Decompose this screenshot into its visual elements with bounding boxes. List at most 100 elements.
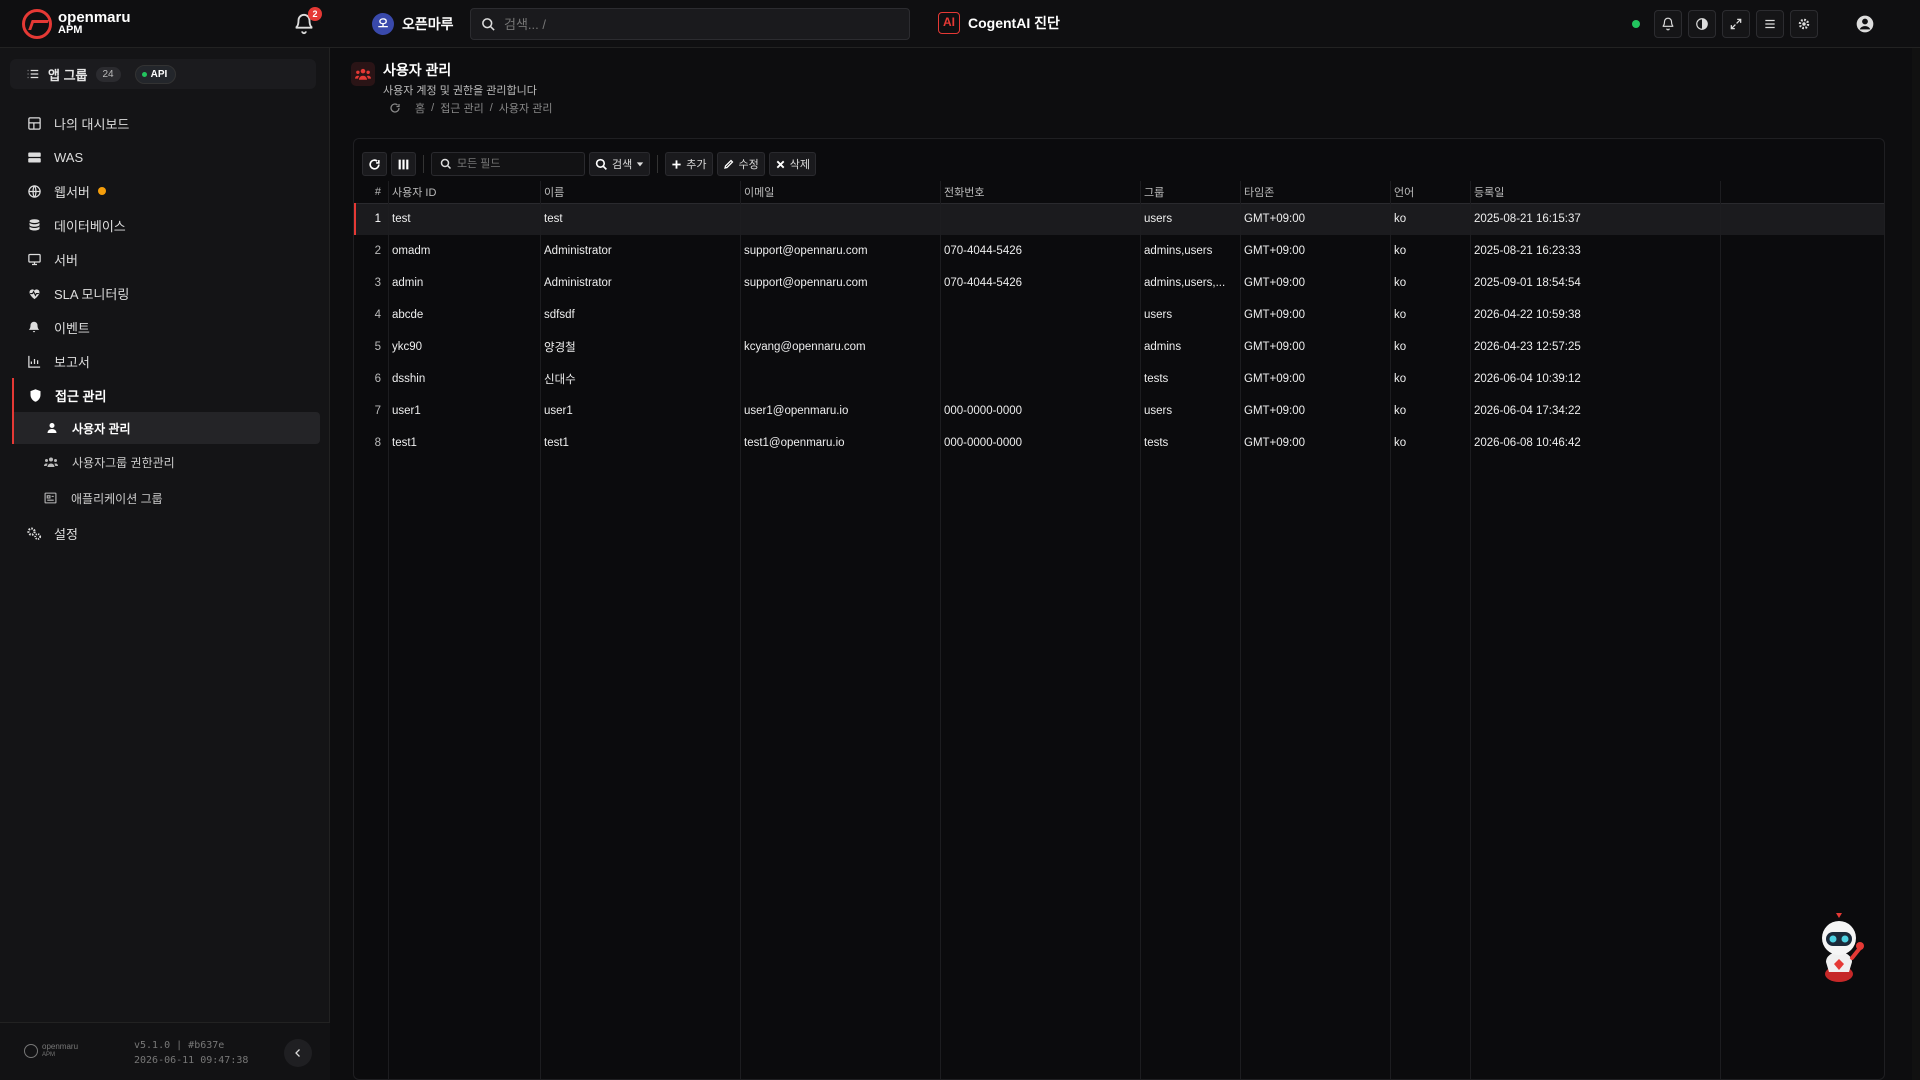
cell-registered: 2026-06-04 10:39:12 (1474, 373, 1581, 385)
cogentai-label: CogentAI 진단 (968, 15, 1060, 31)
cell-timezone: GMT+09:00 (1241, 203, 1391, 235)
menu-button[interactable] (1756, 10, 1784, 38)
column-header-registered[interactable]: 등록일 (1471, 181, 1721, 204)
cell-timezone: GMT+09:00 (1244, 277, 1306, 289)
table-row[interactable]: 1 test test users GMT+09:00 ko 2025-08-21 16:1… (354, 203, 1884, 235)
cell-phone: 070-4044-5426 (944, 277, 1023, 289)
edit-user-button[interactable]: 수정 (716, 152, 765, 176)
refresh-button[interactable] (362, 152, 387, 176)
column-header-group[interactable]: 그룹 (1141, 181, 1241, 204)
table-row[interactable]: 8 test1 test1 test1@openmaru.io 000-0000-000… (355, 427, 1884, 459)
sidebar-item-webserver[interactable]: 웹서버 (0, 174, 330, 208)
breadcrumb-home[interactable]: 홈 (415, 100, 425, 116)
dashboard-icon (27, 116, 41, 130)
column-header-email[interactable]: 이메일 (741, 181, 941, 204)
openmaru-logo-icon (24, 1044, 38, 1058)
notifications-button[interactable]: 2 (290, 7, 322, 38)
theme-toggle-button[interactable] (1688, 10, 1716, 38)
column-header-user-id[interactable]: 사용자 ID (389, 181, 541, 204)
list-icon (27, 69, 39, 79)
fullscreen-button[interactable] (1722, 10, 1750, 38)
column-header-index[interactable]: # (355, 181, 389, 204)
field-search[interactable] (431, 152, 585, 176)
page-header: 사용자 관리 사용자 계정 및 권한을 관리합니다 (351, 60, 537, 98)
cell-registered: 2026-06-04 17:34:22 (1474, 405, 1581, 417)
cell-user-id: omadm (392, 245, 431, 257)
cell-registered: 2026-04-23 12:57:25 (1474, 341, 1581, 353)
user-icon (47, 423, 57, 433)
sidebar-subitem-user-management[interactable]: 사용자 관리 (12, 412, 320, 444)
table-row[interactable]: 2 omadm Administrator support@opennaru.com 0… (355, 235, 1884, 267)
gear-icon (1798, 18, 1810, 30)
organization-selector[interactable]: 오 오픈마루 (372, 12, 454, 36)
cell-group: admins (1144, 341, 1182, 353)
cell-index: 5 (374, 341, 381, 353)
cogentai-button[interactable]: AI CogentAI 진단 (938, 12, 1060, 34)
global-search-input[interactable] (504, 16, 884, 32)
cell-timezone: GMT+09:00 (1244, 373, 1306, 385)
app-logo[interactable]: openmaru APM (22, 7, 152, 41)
shield-icon (30, 388, 40, 402)
refresh-icon[interactable] (389, 102, 401, 114)
sidebar-item-reports[interactable]: 보고서 (0, 344, 330, 378)
version-text: v5.1.0 | #b637e (134, 1040, 225, 1051)
global-search[interactable] (470, 8, 910, 40)
table-row[interactable]: 4 abcde sdfsdf users GMT+09:00 ko 2026-04-22 1… (355, 299, 1884, 331)
cell-index: 7 (374, 405, 381, 417)
columns-button[interactable] (391, 152, 416, 176)
table-row[interactable]: 5 ykc90 양경철 kcyang@opennaru.com admins GMT+09… (355, 331, 1884, 363)
page-scrollbar[interactable] (1912, 48, 1920, 1080)
cell-phone (941, 203, 1141, 235)
sidebar-item-database[interactable]: 데이터베이스 (0, 208, 330, 242)
pencil-icon (723, 159, 733, 169)
table-row[interactable]: 7 user1 user1 user1@openmaru.io 000-0000-000… (355, 395, 1884, 427)
delete-user-button[interactable]: 삭제 (768, 152, 816, 176)
cell-phone (941, 331, 1141, 363)
user-menu-button[interactable] (1852, 11, 1878, 37)
api-badge[interactable]: API (134, 64, 177, 84)
sidebar-item-was[interactable]: WAS (0, 140, 330, 174)
cell-name: Administrator (544, 277, 612, 289)
sidebar-item-dashboard[interactable]: 나의 대시보드 (0, 106, 330, 140)
toolbar-divider (657, 155, 659, 173)
cell-group: users (1144, 405, 1173, 417)
app-group-selector[interactable]: 앱 그룹 24 API (10, 59, 316, 89)
sidebar-item-sla[interactable]: SLA 모니터링 (0, 276, 330, 310)
breadcrumb-access-management[interactable]: 접근 관리 (440, 100, 484, 116)
menu-icon (1765, 19, 1775, 29)
cell-email: support@opennaru.com (744, 277, 868, 289)
column-divider (1140, 181, 1141, 1079)
grid-toolbar: 검색 추가 수정 삭제 (362, 152, 816, 176)
sidebar-item-access-management[interactable]: 접근 관리 (12, 378, 330, 412)
settings-button[interactable] (1790, 10, 1818, 38)
api-status-dot (141, 71, 147, 77)
column-header-phone[interactable]: 전화번호 (941, 181, 1141, 204)
ai-assistant-robot-button[interactable] (1812, 912, 1866, 984)
cell-phone: 070-4044-5426 (944, 245, 1023, 257)
users-icon (351, 62, 375, 86)
search-button[interactable]: 검색 (589, 152, 651, 176)
sidebar-subitem-application-group[interactable]: 애플리케이션 그룹 (0, 480, 330, 516)
table-row[interactable]: 6 dsshin 신대수 tests GMT+09:00 ko 2026-06-04 10:… (355, 363, 1884, 395)
alerts-button[interactable] (1654, 10, 1682, 38)
column-header-language[interactable]: 언어 (1391, 181, 1471, 204)
table-row[interactable]: 3 admin Administrator support@opennaru.com 0… (355, 267, 1884, 299)
cell-group: admins,users (1144, 245, 1213, 257)
add-user-button[interactable]: 추가 (665, 152, 713, 176)
field-search-input[interactable] (457, 158, 577, 170)
sidebar-item-events[interactable]: 이벤트 (0, 310, 330, 344)
collapse-sidebar-button[interactable] (284, 1039, 312, 1067)
column-header-timezone[interactable]: 타임존 (1241, 181, 1391, 204)
sidebar-item-server[interactable]: 서버 (0, 242, 330, 276)
server-stack-icon (27, 152, 41, 162)
cell-language: ko (1394, 277, 1407, 289)
cell-timezone: GMT+09:00 (1244, 245, 1306, 257)
cell-email: test1@openmaru.io (744, 437, 845, 449)
cell-name: 신대수 (544, 374, 576, 386)
cell-phone: 000-0000-0000 (944, 437, 1023, 449)
sidebar-subitem-group-permissions[interactable]: 사용자그룹 권한관리 (0, 444, 330, 480)
api-label: API (150, 68, 168, 80)
column-header-name[interactable]: 이름 (541, 181, 741, 204)
sidebar: 앱 그룹 24 API 나의 대시보드 WAS 웹서버 데이터베이스 서버 SL… (0, 48, 330, 1080)
sidebar-item-settings[interactable]: 설정 (0, 516, 330, 550)
